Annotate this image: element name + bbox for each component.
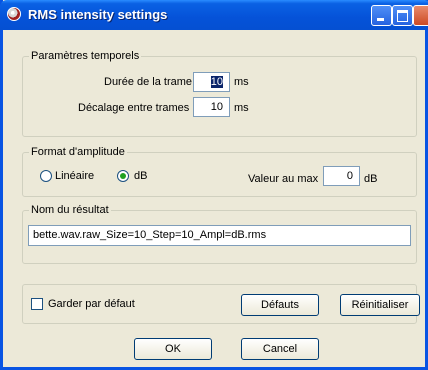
linear-radio-label[interactable]: Linéaire [55, 169, 94, 183]
frame-duration-unit: ms [234, 76, 249, 88]
max-value-label: Valeur au max [248, 173, 319, 185]
keep-default-checkbox[interactable] [31, 298, 43, 310]
dialog-window: RMS intensity settings Paramètres tempor… [0, 0, 428, 370]
window-title: RMS intensity settings [28, 7, 168, 22]
defaults-button[interactable]: Défauts [241, 294, 319, 316]
maximize-button[interactable] [392, 5, 413, 26]
max-value-input[interactable]: 0 [323, 166, 360, 186]
temporal-params-legend: Paramètres temporels [29, 50, 142, 63]
db-radio-label[interactable]: dB [134, 169, 147, 183]
db-radio[interactable] [117, 170, 129, 182]
max-value-unit: dB [364, 173, 378, 185]
linear-radio[interactable] [40, 170, 52, 182]
amplitude-format-legend: Format d'amplitude [29, 146, 127, 159]
cancel-button[interactable]: Cancel [241, 338, 319, 360]
frame-step-label: Décalage entre trames [78, 102, 190, 114]
reset-button[interactable]: Réinitialiser [340, 294, 420, 316]
title-bar[interactable]: RMS intensity settings [0, 0, 428, 30]
minimize-button[interactable] [371, 5, 392, 26]
keep-default-label[interactable]: Garder par défaut [48, 297, 135, 311]
result-name-legend: Nom du résultat [29, 204, 111, 217]
app-icon [7, 7, 21, 21]
frame-step-input[interactable]: 10 [193, 97, 230, 117]
frame-duration-input[interactable]: 10 [193, 72, 230, 92]
close-button[interactable] [413, 5, 428, 26]
result-filename-input[interactable]: bette.wav.raw_Size=10_Step=10_Ampl=dB.rm… [28, 225, 411, 246]
frame-duration-label: Durée de la trame [104, 76, 193, 88]
ok-button[interactable]: OK [134, 338, 212, 360]
frame-step-unit: ms [234, 102, 249, 114]
